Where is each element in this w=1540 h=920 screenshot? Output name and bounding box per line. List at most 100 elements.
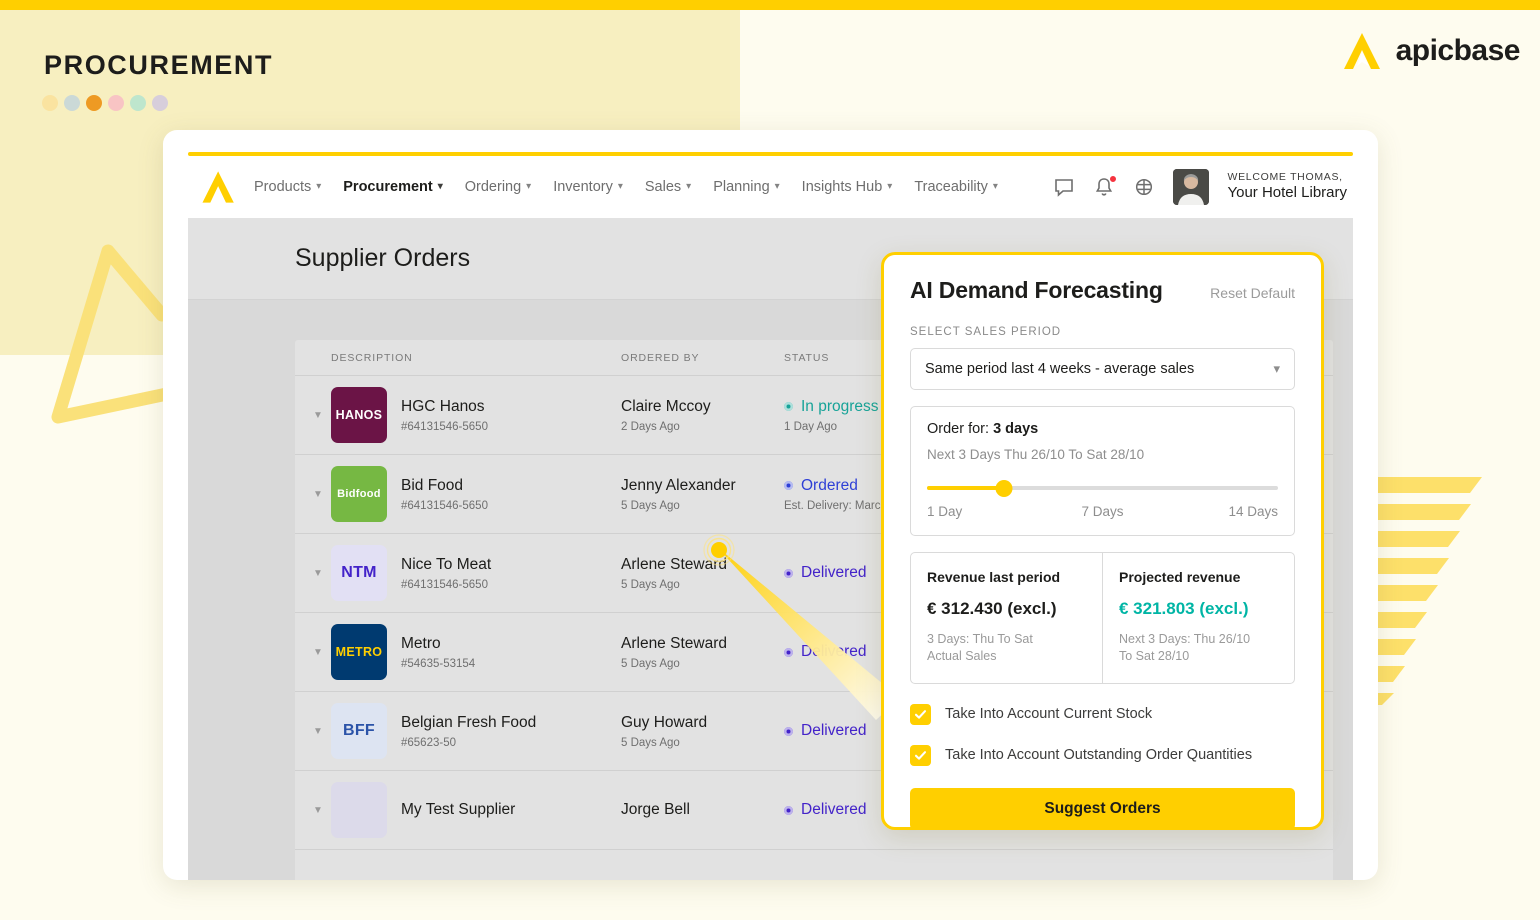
- supplier-info: My Test Supplier: [401, 800, 515, 819]
- brand-name: apicbase: [1395, 34, 1521, 67]
- supplier-logo: HANOS: [331, 387, 387, 443]
- welcome-line1: WELCOME THOMAS,: [1227, 171, 1343, 184]
- navigation-bar: Products ▾ Procurement ▾ Ordering ▾ Inve…: [188, 156, 1353, 218]
- bell-icon[interactable]: [1093, 175, 1118, 198]
- nav-item-procurement[interactable]: Procurement ▾: [343, 179, 442, 195]
- select-sales-period-label: SELECT SALES PERIOD: [910, 326, 1062, 338]
- color-dot: [152, 95, 168, 111]
- chevron-down-icon: ▾: [686, 181, 692, 192]
- checkbox-outstanding-quantities[interactable]: Take Into Account Outstanding Order Quan…: [910, 744, 1295, 766]
- checkbox-current-stock[interactable]: Take Into Account Current Stock: [910, 703, 1295, 725]
- nav-logo[interactable]: [188, 167, 250, 207]
- chevron-down-icon: ▾: [316, 181, 322, 192]
- supplier-info: Nice To Meat #64131546-5650: [401, 555, 491, 590]
- supplier-name: My Test Supplier: [401, 801, 516, 819]
- supplier-name: Nice To Meat: [401, 556, 492, 574]
- nav-items: Products ▾ Procurement ▾ Ordering ▾ Inve…: [254, 179, 998, 195]
- nav-item-sales[interactable]: Sales ▾: [645, 179, 691, 195]
- order-for-value: 3 days: [993, 421, 1039, 437]
- row-expand-chevron-icon[interactable]: ▼: [305, 726, 331, 737]
- cell-ordered-by: Claire Mccoy 2 Days Ago: [621, 398, 784, 433]
- column-header-description: DESCRIPTION: [331, 351, 413, 364]
- help-globe-icon[interactable]: [1133, 176, 1155, 198]
- row-expand-chevron-icon[interactable]: ▼: [305, 410, 331, 421]
- suggest-orders-button[interactable]: Suggest Orders: [910, 787, 1295, 830]
- welcome-line2: Your Hotel Library: [1227, 184, 1347, 202]
- sales-period-select[interactable]: Same period last 4 weeks - average sales…: [910, 348, 1295, 390]
- order-for-text: Order for: 3 days: [927, 421, 1278, 437]
- order-reference: #65623-50: [401, 736, 456, 749]
- cell-ordered-by: Guy Howard 5 Days Ago: [621, 714, 784, 749]
- chevron-down-icon: ▾: [1273, 361, 1280, 376]
- nav-item-label: Ordering: [464, 179, 522, 195]
- orderer-name: Jenny Alexander: [621, 476, 736, 494]
- supplier-name: Belgian Fresh Food: [401, 714, 537, 732]
- color-dot-row: [42, 95, 168, 111]
- bar-chart-decoration-icon: [1376, 477, 1482, 705]
- supplier-logo: NTM: [331, 545, 387, 601]
- nav-item-insights-hub[interactable]: Insights Hub ▾: [802, 179, 893, 195]
- status-dot-icon: [784, 805, 793, 815]
- order-days-slider[interactable]: [927, 480, 1278, 497]
- revenue-last-period-sub: 3 Days: Thu To Sat Actual Sales: [927, 632, 1033, 663]
- chat-bubble-icon[interactable]: [1053, 176, 1075, 198]
- projected-revenue-title: Projected revenue: [1119, 569, 1241, 585]
- row-expand-chevron-icon[interactable]: ▼: [305, 805, 331, 816]
- checkbox-icon: [910, 703, 931, 725]
- row-expand-chevron-icon[interactable]: ▼: [305, 568, 331, 579]
- status-dot-icon: [784, 647, 793, 657]
- brand-logo: apicbase: [1340, 28, 1521, 74]
- nav-right-tools: WELCOME THOMAS, Your Hotel Library: [1053, 169, 1347, 205]
- cell-description: METRO Metro #54635-53154: [331, 624, 621, 680]
- status-text: Delivered: [801, 643, 867, 660]
- reset-default-link[interactable]: Reset Default: [1210, 285, 1295, 301]
- order-reference: #64131546-5650: [401, 420, 488, 433]
- nav-item-label: Insights Hub: [801, 179, 883, 195]
- order-reference: #64131546-5650: [401, 499, 488, 512]
- revenue-last-period-cell: Revenue last period € 312.430 (excl.) 3 …: [911, 553, 1102, 683]
- supplier-logo: [331, 782, 387, 838]
- row-expand-chevron-icon[interactable]: ▼: [305, 647, 331, 658]
- chevron-down-icon: ▾: [774, 181, 780, 192]
- status-text: Ordered: [801, 476, 858, 494]
- ordered-when: 5 Days Ago: [621, 657, 680, 670]
- nav-item-label: Procurement: [343, 179, 433, 195]
- status-text: Delivered: [801, 564, 867, 581]
- nav-item-inventory[interactable]: Inventory ▾: [553, 179, 623, 195]
- orderer-name: Guy Howard: [621, 713, 708, 731]
- order-reference: #54635-53154: [401, 657, 476, 670]
- color-dot: [130, 95, 146, 111]
- color-dot: [108, 95, 124, 111]
- projected-revenue-cell: Projected revenue € 321.803 (excl.) Next…: [1102, 553, 1294, 683]
- status-text: Delivered: [801, 722, 867, 739]
- page-eyebrow-title: PROCUREMENT: [44, 50, 274, 80]
- ordered-when: 5 Days Ago: [621, 736, 680, 749]
- notification-badge: [1109, 175, 1118, 183]
- row-expand-chevron-icon[interactable]: ▼: [305, 489, 331, 500]
- nav-item-label: Inventory: [553, 179, 613, 195]
- revenue-comparison-box: Revenue last period € 312.430 (excl.) 3 …: [910, 552, 1295, 684]
- nav-item-ordering[interactable]: Ordering ▾: [465, 179, 531, 195]
- page-title: Supplier Orders: [295, 244, 471, 272]
- slider-thumb[interactable]: [995, 480, 1013, 497]
- welcome-text: WELCOME THOMAS, Your Hotel Library: [1227, 171, 1347, 202]
- ordered-when: 2 Days Ago: [621, 420, 680, 433]
- chevron-down-icon: ▾: [887, 181, 893, 192]
- orderer-name: Arlene Steward: [621, 634, 727, 652]
- nav-item-products[interactable]: Products ▾: [254, 179, 321, 195]
- projected-revenue-amount: € 321.803 (excl.): [1119, 599, 1249, 618]
- top-accent-bar: [0, 0, 1540, 10]
- column-header-ordered-by: ORDERED BY: [621, 351, 700, 364]
- nav-item-traceability[interactable]: Traceability ▾: [914, 179, 998, 195]
- chevron-down-icon: ▾: [526, 181, 532, 192]
- supplier-name: HGC Hanos: [401, 398, 485, 416]
- slider-min-label: 1 Day: [927, 504, 963, 519]
- nav-item-label: Products: [254, 179, 312, 195]
- apicbase-a-logo-icon: [1343, 33, 1380, 69]
- nav-item-planning[interactable]: Planning ▾: [713, 179, 779, 195]
- revenue-last-period-title: Revenue last period: [927, 569, 1061, 585]
- avatar[interactable]: [1173, 169, 1210, 205]
- panel-header: AI Demand Forecasting Reset Default: [910, 277, 1295, 304]
- checkbox-label: Take Into Account Outstanding Order Quan…: [945, 747, 1253, 764]
- supplier-info: HGC Hanos #64131546-5650: [401, 397, 488, 432]
